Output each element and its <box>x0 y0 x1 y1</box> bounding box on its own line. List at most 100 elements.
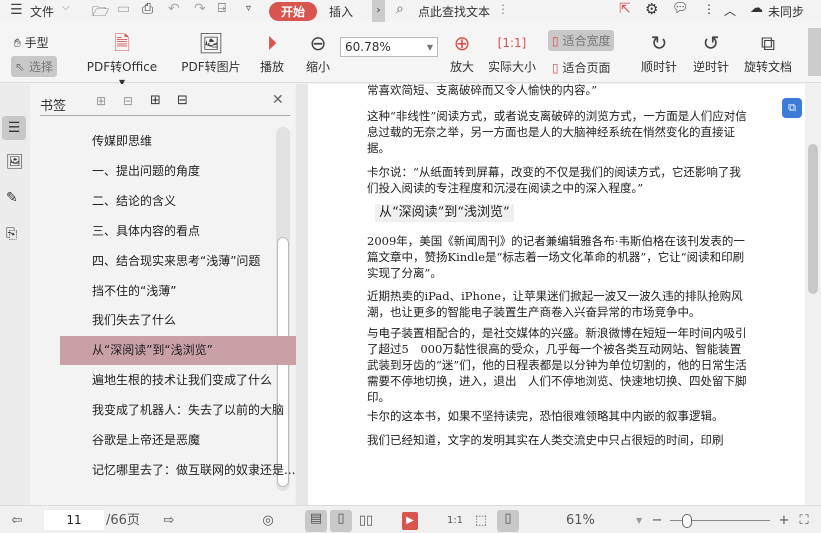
actual-size-button[interactable]: [1:1] 实际大小 <box>486 28 538 75</box>
bookmark-item[interactable]: 挡不住的“浅薄” <box>60 277 304 306</box>
paragraph: 常喜欢简短、支离破碎而又令人愉快的内容。” <box>367 83 598 97</box>
attachment-icon[interactable]: ⎘ <box>6 226 17 242</box>
zoom-out-button[interactable]: ⊖ 缩小 <box>300 28 336 75</box>
toolbar-scroll-right[interactable] <box>808 28 821 76</box>
tab-start[interactable]: 开始 <box>269 2 318 21</box>
paragraph: 卡尔说：“从纸面转到屏幕，改变的不仅是我们的阅读方式，它还影响了我们投入阅读的专… <box>367 165 741 195</box>
cursor-icon: ⇖ <box>15 60 26 74</box>
thumbnail-icon[interactable]: 🖼︎ <box>6 154 24 170</box>
float-tool-icon[interactable]: ⧉ <box>782 98 802 118</box>
rotate-cw-icon: ↻ <box>650 31 668 55</box>
single-page-icon[interactable]: ▯ <box>330 510 352 532</box>
rotate-ccw-icon: ↺ <box>702 31 720 55</box>
two-page-icon[interactable]: ▯▯ <box>356 512 376 530</box>
more-icon[interactable]: ⋮ <box>703 2 715 16</box>
play-button[interactable]: ⏵︎ 播放 <box>254 28 290 75</box>
fit-width-icon[interactable]: ▯ <box>497 510 519 532</box>
zoom-in-icon[interactable]: + <box>777 512 791 530</box>
menu-bar: ☰ 文件 ⌵ 🗁 ▭ ⎙ ↶ ↷ ⍈ ▿ 开始 插入 › ⌕ 点此查找文本 ⋮ … <box>0 0 821 22</box>
annotation-icon[interactable]: ✎ <box>6 190 18 206</box>
sync-status[interactable]: 未同步 <box>768 3 804 20</box>
zoom-out-icon[interactable]: − <box>650 512 664 530</box>
page-number-input[interactable]: 11 <box>44 510 104 530</box>
gear-icon[interactable]: ⚙ <box>645 0 658 18</box>
fit-width-button[interactable]: ▯ 适合宽度 <box>548 30 615 51</box>
fullscreen-icon[interactable]: ⛶ <box>796 512 812 530</box>
expand-all-icon[interactable]: ⊞ <box>96 94 106 108</box>
bookmark-item[interactable]: 传媒即思维 <box>60 127 304 156</box>
bookmark-item[interactable]: 从“深阅读”到“浅浏览” <box>60 336 304 366</box>
collapse-icon[interactable]: ︿ <box>724 2 736 19</box>
bookmark-item[interactable]: 记忆哪里去了：做互联网的奴隶还是... <box>60 456 304 485</box>
prev-page-icon[interactable]: ⇦ <box>8 512 26 530</box>
document-scrollbar[interactable] <box>805 84 821 505</box>
panel-title: 书签 <box>40 99 67 114</box>
tab-insert[interactable]: 插入 <box>329 3 353 20</box>
actual-size-icon: [1:1] <box>497 36 527 50</box>
tabs-scroll-right[interactable]: › <box>372 0 385 22</box>
paragraph: 2009年，美国《新闻周刊》的记者兼编辑雅各布·韦斯伯格在该刊发表的一篇文章中，… <box>367 234 745 280</box>
rotate-document-button[interactable]: ⧉ 旋转文档 <box>740 28 796 75</box>
paragraph: 近期热卖的iPad、iPhone，让苹果迷们掀起一波又一波久违的排队抢购风潮，也… <box>367 289 743 319</box>
scrollbar-thumb[interactable] <box>808 144 818 294</box>
continuous-page-icon[interactable]: ▤ <box>305 510 327 532</box>
pdf-to-office-button[interactable]: 🗎 PDF转Office ▾ <box>84 28 160 89</box>
bookmark-item[interactable]: 谷歌是上帝还是恶魔 <box>60 426 304 455</box>
remove-bookmark-icon[interactable]: ⊟ <box>177 93 188 108</box>
file-menu[interactable]: 文件 <box>30 3 54 20</box>
print-icon[interactable]: ⎙ <box>142 1 153 17</box>
fit-page-button[interactable]: ▯ 适合页面 <box>552 59 610 76</box>
rotate-ccw-button[interactable]: ↺ 逆时针 <box>688 28 734 75</box>
undo-icon[interactable]: ↶ <box>168 1 180 17</box>
rotate-cw-button[interactable]: ↻ 顺时针 <box>636 28 682 75</box>
paragraph: 与电子装置相配合的，是社交媒体的兴盛。新浪微博在短短一年时间内吸引了超过5 00… <box>367 326 747 404</box>
hamburger-icon[interactable]: ☰ <box>10 2 23 18</box>
bookmark-item[interactable]: 遍地生根的技术让我们变成了什么 <box>60 366 304 395</box>
redo-icon[interactable]: ↷ <box>194 1 206 17</box>
more-dropdown-icon[interactable]: ▿ <box>246 3 251 14</box>
comment-icon[interactable]: 💬︎ <box>672 1 689 16</box>
save-icon[interactable]: ▭ <box>117 1 130 17</box>
next-page-icon[interactable]: ⇨ <box>160 512 178 530</box>
play-icon: ⏵︎ <box>267 31 277 55</box>
bookmark-item[interactable]: 一、提出问题的角度 <box>60 157 304 186</box>
eye-protect-icon[interactable]: ◎ <box>258 512 278 530</box>
pdf-to-image-button[interactable]: 🖼︎ PDF转图片 <box>176 28 246 75</box>
bookmark-item[interactable]: 我变成了机器人：失去了以前的大脑 <box>60 396 304 425</box>
select-tool[interactable]: ⇖ 选择 <box>11 56 57 77</box>
zoom-slider[interactable] <box>670 514 770 528</box>
chevron-down-icon[interactable]: ▼ <box>636 512 642 530</box>
share-icon[interactable]: ⇱ <box>619 1 631 17</box>
bookmark-item[interactable]: 三、具体内容的看点 <box>60 217 304 246</box>
zoom-slider-thumb[interactable] <box>682 514 692 528</box>
bookmark-list-icon[interactable]: ☰ <box>2 116 26 140</box>
more-vertical-icon[interactable]: ⋮ <box>497 2 509 16</box>
add-bookmark-icon[interactable]: ⊞ <box>150 93 161 108</box>
close-icon[interactable]: ✕ <box>272 92 284 108</box>
bookmark-panel: 书签 ⊞ ⊟ ⊞ ⊟ ✕ 传媒即思维 一、提出问题的角度 二、结论的含义 三、具体内容… <box>30 84 304 505</box>
chevron-down-icon[interactable]: ⌵ <box>62 2 70 13</box>
bookmark-item[interactable]: 我们失去了什么 <box>60 306 304 335</box>
zoom-in-button[interactable]: ⊕ 放大 <box>444 28 480 75</box>
zoom-select[interactable]: 60.78% ▼ <box>340 37 438 57</box>
paragraph: 这种“非线性”阅读方式，或者说支离破碎的浏览方式，一方面是人们应对信息过载的无奈… <box>367 109 747 155</box>
hand-icon: ✋︎ <box>14 36 21 50</box>
collapse-all-icon[interactable]: ⊟ <box>123 94 133 108</box>
document-page: 常喜欢简短、支离破碎而又令人愉快的内容。” 这种“非线性”阅读方式，或者说支离破… <box>308 83 805 505</box>
zoom-level[interactable]: 61% <box>566 512 595 530</box>
hand-tool[interactable]: ✋︎ 手型 <box>14 34 49 51</box>
play-icon[interactable]: ▶ <box>402 512 418 530</box>
fit-page-icon: ▯ <box>552 61 559 75</box>
left-sidebar: ☰ 🖼︎ ✎ ⎘ <box>0 84 30 505</box>
search-icon: ⌕ <box>396 1 404 17</box>
section-heading: 从“深阅读”到“浅浏览” <box>375 204 514 222</box>
page-total: /66页 <box>106 513 140 528</box>
search-input[interactable]: 点此查找文本 <box>418 3 490 20</box>
fit-page-icon[interactable]: ⬚ <box>472 512 490 530</box>
bookmark-item[interactable]: 二、结论的含义 <box>60 187 304 216</box>
divider <box>40 115 290 116</box>
status-bar: ⇦ 11 /66页 ⇨ ◎ ▤ ▯ ▯▯ ▶ 1:1 ⬚ ▯ 61% ▼ − +… <box>0 505 821 533</box>
bookmark-item[interactable]: 四、结合现实来思考“浅薄”问题 <box>60 247 304 276</box>
export-icon[interactable]: ⍈ <box>218 1 226 16</box>
actual-size-icon[interactable]: 1:1 <box>446 512 464 530</box>
